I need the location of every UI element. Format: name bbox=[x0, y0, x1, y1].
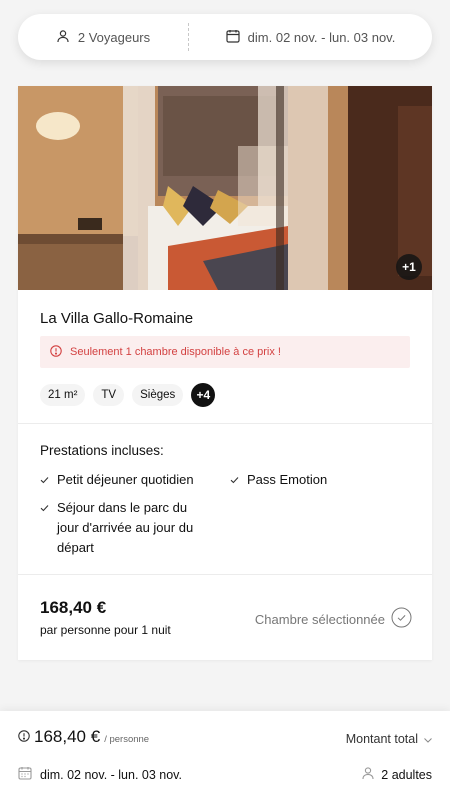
alert-text: Seulement 1 chambre disponible à ce prix… bbox=[70, 346, 281, 358]
amenities-list: 21 m² TV Sièges +4 bbox=[40, 383, 216, 407]
total-amount-toggle[interactable]: Montant total bbox=[346, 732, 432, 746]
amenity-chip: Sièges bbox=[132, 384, 184, 406]
service-item: Petit déjeuner quotidien bbox=[40, 470, 220, 490]
info-circle-icon bbox=[18, 729, 30, 747]
check-circle-icon bbox=[391, 607, 412, 631]
room-name: La Villa Gallo-Romaine bbox=[40, 310, 194, 327]
footer-dates-label: dim. 02 nov. - lun. 03 nov. bbox=[40, 767, 182, 782]
check-icon bbox=[40, 470, 49, 490]
footer-price-unit: / personne bbox=[104, 734, 150, 745]
footer-guests: 2 adultes bbox=[361, 766, 432, 783]
room-photo[interactable]: +1 bbox=[18, 86, 432, 290]
footer-dates: dim. 02 nov. - lun. 03 nov. bbox=[18, 766, 182, 783]
dates-selector[interactable]: dim. 02 nov. - lun. 03 nov. bbox=[189, 14, 432, 60]
user-icon bbox=[56, 29, 70, 46]
total-label: Montant total bbox=[345, 732, 418, 746]
services-title: Prestations incluses: bbox=[40, 443, 164, 458]
user-icon bbox=[361, 766, 375, 783]
service-label: Pass Emotion bbox=[247, 472, 328, 487]
divider bbox=[18, 423, 432, 424]
booking-footer: 168,40 € / personne Montant total dim. 0… bbox=[0, 711, 450, 796]
more-photos-badge[interactable]: +1 bbox=[396, 254, 422, 280]
more-amenities-button[interactable]: +4 bbox=[191, 383, 216, 407]
room-price: 168,40 € bbox=[40, 598, 107, 617]
price-note: par personne pour 1 nuit bbox=[40, 623, 171, 637]
footer-guests-label: 2 adultes bbox=[381, 767, 432, 782]
amenity-chip: 21 m² bbox=[40, 384, 86, 406]
footer-price: 168,40 € / personne bbox=[18, 727, 149, 747]
calendar-icon bbox=[18, 766, 32, 783]
availability-alert: Seulement 1 chambre disponible à ce prix… bbox=[40, 336, 410, 368]
divider bbox=[18, 574, 432, 575]
footer-price-amount: 168,40 € bbox=[34, 727, 101, 746]
select-room-button[interactable]: Chambre sélectionnée bbox=[255, 607, 412, 631]
room-photo-image bbox=[18, 86, 432, 290]
search-summary-bar[interactable]: 2 Voyageurs dim. 02 nov. - lun. 03 nov. bbox=[18, 14, 432, 60]
alert-circle-icon bbox=[50, 344, 62, 360]
service-label: Petit déjeuner quotidien bbox=[57, 472, 194, 487]
service-item: Pass Emotion bbox=[230, 470, 410, 490]
check-icon bbox=[40, 498, 49, 558]
dates-label: dim. 02 nov. - lun. 03 nov. bbox=[247, 29, 396, 45]
amenity-chip: TV bbox=[93, 384, 125, 406]
guests-label: 2 Voyageurs bbox=[77, 29, 151, 45]
service-item: Séjour dans le parc du jour d'arrivée au… bbox=[40, 498, 212, 558]
service-label: Séjour dans le parc du jour d'arrivée au… bbox=[57, 500, 194, 555]
room-card: +1 La Villa Gallo-Romaine Seulement 1 ch… bbox=[18, 86, 432, 660]
guests-selector[interactable]: 2 Voyageurs bbox=[18, 14, 188, 60]
chevron-down-icon bbox=[424, 732, 432, 746]
check-icon bbox=[230, 470, 239, 490]
selected-label: Chambre sélectionnée bbox=[254, 611, 385, 627]
calendar-icon bbox=[226, 29, 240, 46]
